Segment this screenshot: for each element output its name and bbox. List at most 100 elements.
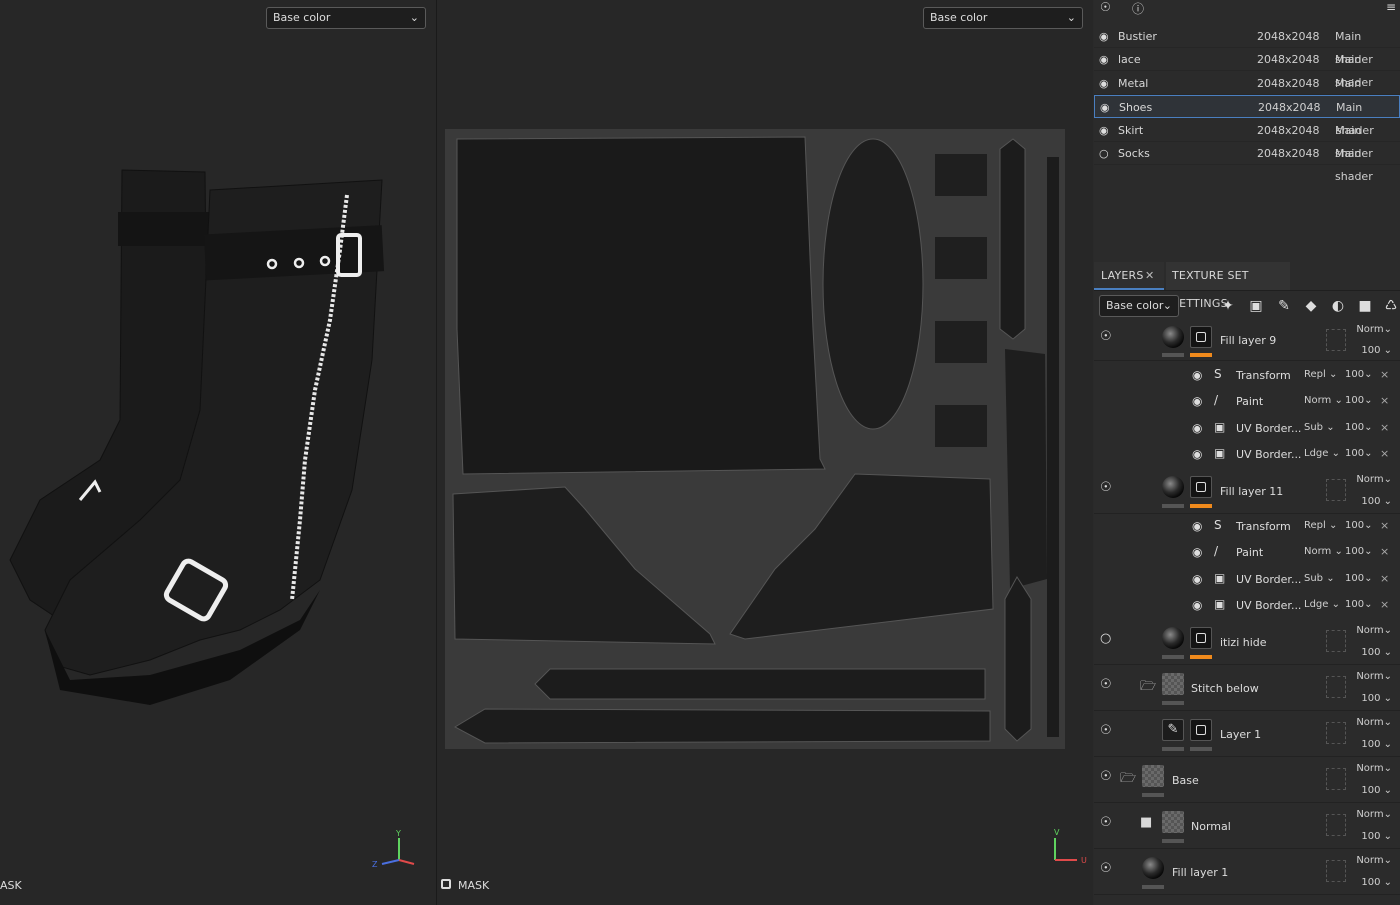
- effect-blend-dropdown[interactable]: Sub ⌄: [1304, 422, 1335, 433]
- eye-icon[interactable]: ◉: [1192, 598, 1202, 612]
- remove-effect-icon[interactable]: ×: [1380, 394, 1389, 407]
- eye-off-icon[interactable]: ○: [1099, 142, 1109, 165]
- opacity-dropdown[interactable]: 100 ⌄: [1361, 496, 1392, 507]
- eye-icon[interactable]: ☉: [1100, 815, 1112, 830]
- opacity-dropdown[interactable]: 100 ⌄: [1361, 831, 1392, 842]
- opacity-dropdown[interactable]: 100 ⌄: [1361, 693, 1392, 704]
- eye-icon[interactable]: ◉: [1099, 119, 1109, 142]
- eye-off-icon[interactable]: ○: [1100, 631, 1111, 646]
- blend-mode-dropdown[interactable]: Norm⌄: [1356, 855, 1392, 866]
- opacity-dropdown[interactable]: 100 ⌄: [1361, 345, 1392, 356]
- viewport-3d[interactable]: Base color ⌄ Y Z ASK: [0, 0, 436, 905]
- eye-icon[interactable]: ◉: [1099, 72, 1109, 95]
- effect-blend-dropdown[interactable]: Repl ⌄: [1304, 520, 1337, 531]
- layer-color-slot[interactable]: [1326, 676, 1346, 698]
- opacity-dropdown[interactable]: 100 ⌄: [1361, 739, 1392, 750]
- effect-opacity-dropdown[interactable]: 100⌄: [1345, 448, 1372, 459]
- eye-icon[interactable]: ◉: [1099, 25, 1109, 48]
- remove-effect-icon[interactable]: ×: [1380, 368, 1389, 381]
- opacity-dropdown[interactable]: 100 ⌄: [1361, 877, 1392, 888]
- mask-thumbnail[interactable]: [1190, 719, 1212, 741]
- eye-icon[interactable]: ☉: [1100, 861, 1112, 876]
- tab-layers[interactable]: LAYERS ✕: [1094, 262, 1164, 290]
- effect-opacity-dropdown[interactable]: 100⌄: [1345, 573, 1372, 584]
- remove-effect-icon[interactable]: ×: [1380, 598, 1389, 611]
- effect-row[interactable]: ◉ ▣ UV Border... Ldge ⌄ 100⌄ ×: [1094, 592, 1400, 618]
- texture-set-resolution[interactable]: 2048x2048: [1257, 72, 1320, 95]
- eye-icon[interactable]: ◉: [1192, 421, 1202, 435]
- texture-set-row[interactable]: ○ Socks 2048x2048 Main shader: [1094, 142, 1400, 183]
- eye-icon[interactable]: ◉: [1192, 368, 1202, 382]
- close-icon[interactable]: ✕: [1145, 262, 1154, 290]
- remove-effect-icon[interactable]: ×: [1380, 519, 1389, 532]
- effect-blend-dropdown[interactable]: Ldge ⌄: [1304, 448, 1340, 459]
- remove-effect-icon[interactable]: ×: [1380, 421, 1389, 434]
- texture-set-shader[interactable]: Main shader: [1335, 142, 1400, 188]
- layer-normal[interactable]: ☉ ■ Normal Norm⌄ 100 ⌄: [1094, 803, 1400, 849]
- effect-opacity-dropdown[interactable]: 100⌄: [1345, 599, 1372, 610]
- mask-thumbnail[interactable]: [1190, 326, 1212, 348]
- effect-blend-dropdown[interactable]: Norm ⌄: [1304, 546, 1343, 557]
- remove-effect-icon[interactable]: ×: [1380, 447, 1389, 460]
- blend-mode-dropdown[interactable]: Norm⌄: [1356, 809, 1392, 820]
- effect-opacity-dropdown[interactable]: 100⌄: [1345, 369, 1372, 380]
- layer-base[interactable]: ☉ 🗁 Base Norm⌄ 100 ⌄: [1094, 757, 1400, 803]
- effect-blend-dropdown[interactable]: Sub ⌄: [1304, 573, 1335, 584]
- panel-menu-icon[interactable]: ≡: [1386, 0, 1396, 14]
- blend-mode-dropdown[interactable]: Norm⌄: [1356, 324, 1392, 335]
- layer-fill-layer-1[interactable]: ☉ Fill layer 1 Norm⌄ 100 ⌄: [1094, 849, 1400, 895]
- add-smart-material-icon[interactable]: ◐: [1328, 296, 1348, 316]
- viewport-2d[interactable]: Base color ⌄ V U MASK: [437, 0, 1093, 905]
- layer-color-slot[interactable]: [1326, 860, 1346, 882]
- blend-mode-dropdown[interactable]: Norm⌄: [1356, 474, 1392, 485]
- opacity-dropdown[interactable]: 100 ⌄: [1361, 785, 1392, 796]
- opacity-dropdown[interactable]: 100 ⌄: [1361, 647, 1392, 658]
- viewport-3d-channel-dropdown[interactable]: Base color ⌄: [266, 7, 426, 29]
- eye-icon[interactable]: ◉: [1099, 48, 1109, 71]
- mask-thumbnail[interactable]: [1190, 627, 1212, 649]
- effect-row[interactable]: ◉ / Paint Norm ⌄ 100⌄ ×: [1094, 539, 1400, 565]
- effect-blend-dropdown[interactable]: Repl ⌄: [1304, 369, 1337, 380]
- layers-channel-dropdown[interactable]: Base color ⌄: [1099, 295, 1179, 317]
- texture-set-row[interactable]: ◉ Bustier 2048x2048 Main shader: [1094, 25, 1400, 66]
- delete-layer-icon[interactable]: ♺: [1381, 296, 1400, 316]
- effect-opacity-dropdown[interactable]: 100⌄: [1345, 546, 1372, 557]
- eye-icon[interactable]: ◉: [1192, 394, 1202, 408]
- blend-mode-dropdown[interactable]: Norm⌄: [1356, 717, 1392, 728]
- effect-row[interactable]: ◉ S Transform Repl ⌄ 100⌄ ×: [1094, 362, 1400, 388]
- remove-effect-icon[interactable]: ×: [1380, 545, 1389, 558]
- effect-blend-dropdown[interactable]: Ldge ⌄: [1304, 599, 1340, 610]
- layer-layer-1[interactable]: ☉ ✎ Layer 1 Norm⌄ 100 ⌄: [1094, 711, 1400, 757]
- texture-set-resolution[interactable]: 2048x2048: [1258, 96, 1321, 119]
- layer-itizi-hide[interactable]: ○ itizi hide Norm⌄ 100 ⌄: [1094, 619, 1400, 665]
- texture-set-resolution[interactable]: 2048x2048: [1257, 119, 1320, 142]
- layer-color-slot[interactable]: [1326, 329, 1346, 351]
- blend-mode-dropdown[interactable]: Norm⌄: [1356, 671, 1392, 682]
- tab-texture-set-settings[interactable]: TEXTURE SET SETTINGS: [1166, 262, 1290, 310]
- mask-icon[interactable]: [441, 879, 451, 889]
- layer-color-slot[interactable]: [1326, 768, 1346, 790]
- texture-set-row[interactable]: ◉ lace 2048x2048 Main shader: [1094, 48, 1400, 89]
- effect-row[interactable]: ◉ / Paint Norm ⌄ 100⌄ ×: [1094, 388, 1400, 414]
- eye-icon[interactable]: ☉: [1100, 480, 1112, 495]
- remove-effect-icon[interactable]: ×: [1380, 572, 1389, 585]
- info-icon[interactable]: ⓘ: [1132, 0, 1144, 17]
- effect-opacity-dropdown[interactable]: 100⌄: [1345, 395, 1372, 406]
- eye-icon[interactable]: ◉: [1192, 447, 1202, 461]
- effect-row[interactable]: ◉ ▣ UV Border... Sub ⌄ 100⌄ ×: [1094, 566, 1400, 592]
- effect-blend-dropdown[interactable]: Norm ⌄: [1304, 395, 1343, 406]
- texture-set-resolution[interactable]: 2048x2048: [1257, 48, 1320, 71]
- folder-icon[interactable]: ■: [1140, 815, 1152, 830]
- eye-icon[interactable]: ◉: [1192, 519, 1202, 533]
- texture-set-row[interactable]: ◉Metal2048x2048Main shader: [1094, 72, 1400, 113]
- add-paint-layer-icon[interactable]: ✎: [1274, 296, 1294, 316]
- visibility-toggle-icon[interactable]: ☉: [1100, 0, 1111, 14]
- layer-color-slot[interactable]: [1326, 630, 1346, 652]
- effect-row[interactable]: ◉ S Transform Repl ⌄ 100⌄ ×: [1094, 513, 1400, 539]
- folder-open-icon[interactable]: 🗁: [1120, 769, 1136, 791]
- add-mask-icon[interactable]: ▣: [1246, 296, 1266, 316]
- effect-row[interactable]: ◉ ▣ UV Border... Sub ⌄ 100⌄ ×: [1094, 415, 1400, 441]
- texture-set-resolution[interactable]: 2048x2048: [1257, 25, 1320, 48]
- add-folder-icon[interactable]: ■: [1355, 296, 1375, 316]
- blend-mode-dropdown[interactable]: Norm⌄: [1356, 625, 1392, 636]
